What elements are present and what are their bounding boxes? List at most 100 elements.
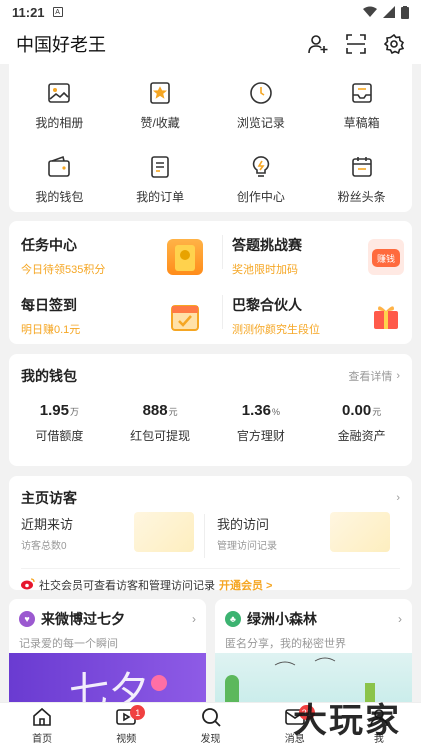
visitor-illustration-icon xyxy=(134,512,194,552)
stat-label: 红包可提现 xyxy=(130,429,191,443)
promo-subtitle: 记录爱的每一个瞬间 xyxy=(19,638,118,650)
open-vip-link[interactable]: 开通会员 > xyxy=(219,577,272,593)
page-title: 中国好老王 xyxy=(16,35,106,55)
stat-unit: 元 xyxy=(372,407,382,417)
quiz-challenge[interactable]: 答题挑战赛 奖池限时加码 赚钱 xyxy=(222,235,412,283)
settings-gear-icon[interactable] xyxy=(383,33,405,55)
creator-bulb-icon xyxy=(248,154,274,180)
stat-label: 可借额度 xyxy=(35,429,84,443)
like-collect-icon xyxy=(147,80,173,106)
stat-unit: 万 xyxy=(69,407,79,417)
calendar-check-icon xyxy=(167,299,203,335)
promo-qixi[interactable]: ♥ 来微博过七夕 › 记录爱的每一个瞬间 七夕 xyxy=(9,599,206,709)
promo-name: 来微博过七夕 xyxy=(41,611,125,627)
weibo-icon xyxy=(21,577,35,593)
wifi-icon xyxy=(363,6,377,17)
add-friend-icon[interactable] xyxy=(307,33,329,55)
promo-name: 绿洲小森林 xyxy=(247,611,317,627)
home-icon xyxy=(31,706,53,728)
drafts-icon xyxy=(349,80,375,106)
stat-finance[interactable]: 1.36% 官方理财 xyxy=(211,402,312,444)
grid-item-fans-headline[interactable]: 粉丝头条 xyxy=(311,142,412,216)
chevron-right-icon: › xyxy=(398,612,402,626)
grid-item-wallet[interactable]: 我的钱包 xyxy=(9,142,110,216)
grid-item-album[interactable]: 我的相册 xyxy=(9,68,110,142)
notification-a-icon: A xyxy=(52,7,63,17)
history-clock-icon xyxy=(248,80,274,106)
visitors-card: 主页访客 › 近期来访 访客总数0 我的访问 管理访问记录 社交会员可查看访客和… xyxy=(9,476,412,593)
tab-discover[interactable]: 发现 xyxy=(168,703,252,748)
photo-album-icon xyxy=(46,80,72,106)
stat-assets[interactable]: 0.00元 金融资产 xyxy=(311,402,412,444)
grid-item-label: 我的订单 xyxy=(136,189,185,204)
tab-label: 视频 xyxy=(116,734,137,745)
fans-headline-icon xyxy=(349,154,375,180)
stat-unit: 元 xyxy=(168,407,178,417)
vip-promo-line[interactable]: 社交会员可查看访客和管理访问记录 开通会员 > xyxy=(21,568,400,593)
grid-item-orders[interactable]: 我的订单 xyxy=(110,142,211,216)
stat-unit: % xyxy=(271,407,280,417)
promo-subtitle: 匿名分享，我的秘密世界 xyxy=(225,638,346,650)
wallet-icon xyxy=(46,154,72,180)
wallet-details-link[interactable]: 查看详情 › xyxy=(348,368,400,384)
paris-partner[interactable]: 巴黎合伙人 测测你颜究生段位 xyxy=(222,295,412,343)
features-grid-card: 我的相册 赞/收藏 浏览记录 草稿箱 我的钱包 我的订单 创作中心 粉丝头条 xyxy=(9,62,412,212)
my-visits[interactable]: 我的访问 管理访问记录 xyxy=(217,512,400,558)
tab-video[interactable]: 1 视频 xyxy=(84,703,168,748)
battery-icon xyxy=(401,5,409,19)
signal-icon xyxy=(383,6,395,18)
grid-item-history[interactable]: 浏览记录 xyxy=(211,68,312,142)
stat-value: 0.00 xyxy=(342,402,372,419)
chevron-right-icon: › xyxy=(396,370,400,382)
chevron-right-icon: › xyxy=(396,492,400,504)
tab-home[interactable]: 首页 xyxy=(0,703,84,748)
recent-visitors[interactable]: 近期来访 访客总数0 xyxy=(21,512,205,558)
qixi-banner-image: 七夕 xyxy=(9,653,206,709)
details-label: 查看详情 xyxy=(348,371,393,383)
chevron-right-icon: › xyxy=(192,612,196,626)
scan-icon[interactable] xyxy=(345,33,367,55)
red-envelope-icon xyxy=(167,239,203,275)
wallet-title: 我的钱包 xyxy=(21,368,77,384)
visitors-title: 主页访客 xyxy=(21,490,77,506)
oasis-leaf-icon: ♣ xyxy=(225,611,241,627)
status-time: 11:21 xyxy=(12,4,45,20)
grid-item-label: 我的钱包 xyxy=(35,189,84,204)
grid-item-likes[interactable]: 赞/收藏 xyxy=(110,68,211,142)
stat-value: 888 xyxy=(142,402,168,419)
gift-icon xyxy=(368,299,404,335)
status-icons xyxy=(363,5,409,19)
app-header: 中国好老王 xyxy=(0,24,421,64)
grid-item-creator[interactable]: 创作中心 xyxy=(211,142,312,216)
status-bar: 11:21 A xyxy=(0,0,421,24)
stat-value: 1.95 xyxy=(39,402,69,419)
grid-item-label: 创作中心 xyxy=(236,189,285,204)
grid-item-drafts[interactable]: 草稿箱 xyxy=(311,68,412,142)
grid-item-label: 我的相册 xyxy=(35,115,84,130)
stat-red-packet[interactable]: 888元 红包可提现 xyxy=(110,402,211,444)
search-icon xyxy=(200,706,222,728)
heart-icon: ♥ xyxy=(19,611,35,627)
tab-label: 首页 xyxy=(32,734,53,745)
task-center[interactable]: 任务中心 今日待领535积分 xyxy=(21,235,211,283)
stat-label: 官方理财 xyxy=(236,429,285,443)
grid-item-label: 赞/收藏 xyxy=(140,115,180,130)
stat-label: 金融资产 xyxy=(337,429,386,443)
stat-value: 1.36 xyxy=(241,402,271,419)
tab-label: 发现 xyxy=(200,734,221,745)
document-illustration-icon xyxy=(330,512,390,552)
stat-credit[interactable]: 1.95万 可借额度 xyxy=(9,402,110,444)
watermark-logo: 大玩家 xyxy=(293,701,401,741)
visitors-more-link[interactable]: › xyxy=(396,492,400,504)
tasks-card: 任务中心 今日待领535积分 答题挑战赛 奖池限时加码 赚钱 每日签到 明日赚0… xyxy=(9,221,412,344)
vip-promo-text: 社交会员可查看访客和管理访问记录 xyxy=(39,580,215,592)
grid-item-label: 草稿箱 xyxy=(343,115,380,130)
earn-money-icon: 赚钱 xyxy=(368,239,404,275)
grid-item-label: 浏览记录 xyxy=(236,115,285,130)
tab-badge: 1 xyxy=(130,705,146,720)
order-icon xyxy=(147,154,173,180)
wallet-card: 我的钱包 查看详情 › 1.95万 可借额度 888元 红包可提现 1.36% … xyxy=(9,354,412,466)
svg-text:赚钱: 赚钱 xyxy=(377,253,395,265)
daily-checkin[interactable]: 每日签到 明日赚0.1元 xyxy=(21,295,211,343)
grid-item-label: 粉丝头条 xyxy=(337,189,386,204)
